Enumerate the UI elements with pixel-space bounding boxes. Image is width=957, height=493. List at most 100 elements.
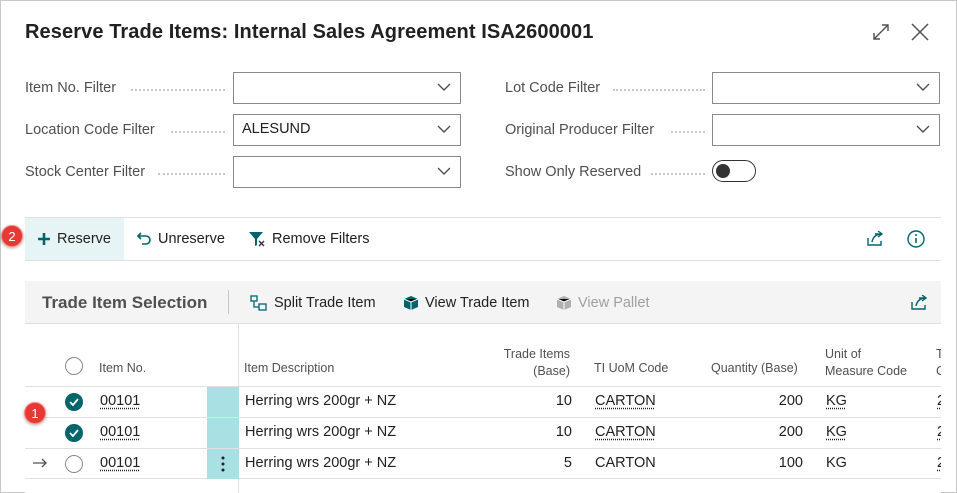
- row-selected-checkbox[interactable]: [65, 424, 83, 442]
- location-code-filter-value: ALESUND: [242, 121, 311, 137]
- ti-uom-cell[interactable]: CARTON: [595, 393, 656, 409]
- expand-icon[interactable]: [868, 19, 894, 45]
- pallet-icon: [556, 295, 572, 311]
- trade-item-grid: Item No. Item Description Trade Items (B…: [25, 324, 941, 493]
- share-button[interactable]: [858, 218, 898, 260]
- info-icon: [907, 230, 925, 248]
- chevron-down-icon: [436, 121, 452, 137]
- callout-badge-2: 2: [1, 225, 23, 247]
- item-no-cell[interactable]: 00101: [100, 424, 140, 440]
- show-only-reserved-label: Show Only Reserved: [505, 164, 641, 180]
- next-cell[interactable]: 2: [937, 424, 941, 440]
- part-title: Trade Item Selection: [42, 293, 207, 313]
- view-pallet-label: View Pallet: [578, 295, 649, 311]
- more-options-icon: [207, 449, 239, 479]
- ti-uom-cell[interactable]: CARTON: [595, 424, 656, 440]
- stock-center-filter-input[interactable]: [233, 156, 461, 188]
- col-trade-items-line1: Trade Items: [485, 346, 570, 363]
- stock-center-filter-label: Stock Center Filter: [25, 164, 145, 180]
- info-button[interactable]: [899, 218, 939, 260]
- share-icon: [866, 231, 884, 247]
- row-checkbox[interactable]: [65, 455, 83, 473]
- col-next-truncated[interactable]: T C: [936, 346, 941, 380]
- quantity-cell: 200: [725, 424, 803, 440]
- unreserve-button[interactable]: Unreserve: [124, 218, 237, 260]
- share-icon: [910, 295, 928, 311]
- col-trade-items-line2: (Base): [485, 363, 570, 380]
- remove-filters-button[interactable]: Remove Filters: [236, 218, 382, 260]
- view-trade-item-label: View Trade Item: [425, 295, 530, 311]
- table-row[interactable]: 00101 Herring wrs 200gr + NZ 10 CARTON 2…: [25, 417, 941, 448]
- col-quantity-base[interactable]: Quantity (Base): [711, 360, 798, 377]
- original-producer-filter-label: Original Producer Filter: [505, 122, 654, 138]
- item-no-cell[interactable]: 00101: [100, 393, 140, 409]
- col-item-description[interactable]: Item Description: [244, 360, 334, 377]
- label-dots: [671, 131, 705, 133]
- col-uom-line2: Measure Code: [825, 363, 907, 380]
- check-icon: [65, 393, 83, 411]
- item-no-cell[interactable]: 00101: [100, 455, 140, 471]
- lot-code-filter-input[interactable]: [712, 72, 940, 104]
- quantity-cell: 200: [725, 393, 803, 409]
- col-ti-uom-code[interactable]: TI UoM Code: [594, 360, 668, 377]
- view-trade-item-button[interactable]: View Trade Item: [403, 281, 530, 324]
- show-only-reserved-toggle[interactable]: [712, 160, 756, 182]
- col-uom-line1: Unit of: [825, 346, 907, 363]
- toggle-knob: [716, 164, 730, 178]
- item-no-filter-input[interactable]: [233, 72, 461, 104]
- close-icon[interactable]: [907, 19, 933, 45]
- uom-cell[interactable]: KG: [826, 455, 847, 471]
- description-cell: Herring wrs 200gr + NZ: [245, 393, 396, 409]
- row-menu-cell[interactable]: [207, 449, 239, 479]
- filter-remove-icon: [248, 231, 266, 247]
- uom-cell[interactable]: KG: [826, 393, 847, 409]
- trade-items-cell: 5: [505, 455, 572, 471]
- quantity-cell: 100: [725, 455, 803, 471]
- reserve-button[interactable]: Reserve: [25, 218, 124, 260]
- next-cell[interactable]: 2: [937, 455, 941, 471]
- col-next-line2: C: [936, 363, 941, 380]
- selection-cell: [207, 387, 239, 417]
- split-trade-item-button[interactable]: Split Trade Item: [250, 281, 376, 324]
- lot-code-filter-label: Lot Code Filter: [505, 80, 600, 96]
- col-trade-items[interactable]: Trade Items (Base): [485, 346, 570, 380]
- trade-items-cell: 10: [505, 424, 572, 440]
- chevron-down-icon: [436, 79, 452, 95]
- next-cell[interactable]: 2: [937, 393, 941, 409]
- dialog-title: Reserve Trade Items: Internal Sales Agre…: [25, 21, 593, 44]
- description-cell: Herring wrs 200gr + NZ: [245, 455, 396, 471]
- label-dots: [171, 131, 225, 133]
- check-icon: [65, 424, 83, 442]
- trade-items-cell: 10: [505, 393, 572, 409]
- row-selected-checkbox[interactable]: [65, 393, 83, 411]
- ti-uom-cell[interactable]: CARTON: [595, 455, 656, 471]
- split-icon: [250, 295, 268, 311]
- description-cell: Herring wrs 200gr + NZ: [245, 424, 396, 440]
- part-share-button[interactable]: [910, 281, 934, 324]
- part-header: Trade Item Selection Split Trade Item Vi…: [25, 281, 941, 324]
- uom-cell[interactable]: KG: [826, 424, 847, 440]
- select-all-checkbox[interactable]: [65, 357, 83, 375]
- table-row[interactable]: 00101 Herring wrs 200gr + NZ 5 CARTON 10…: [25, 448, 941, 479]
- label-dots: [131, 89, 225, 91]
- chevron-down-icon: [915, 79, 931, 95]
- col-unit-of-measure[interactable]: Unit of Measure Code: [825, 346, 907, 380]
- trade-item-selection-part: Trade Item Selection Split Trade Item Vi…: [25, 281, 941, 493]
- col-next-line1: T: [936, 346, 941, 363]
- action-bar: Reserve Unreserve Remove Filters: [25, 217, 941, 261]
- selection-cell: [207, 418, 239, 448]
- col-item-no[interactable]: Item No.: [99, 360, 146, 377]
- view-pallet-button[interactable]: View Pallet: [556, 281, 649, 324]
- box-icon: [403, 295, 419, 311]
- item-no-filter-label: Item No. Filter: [25, 80, 116, 96]
- current-row-arrow-icon: [32, 455, 48, 476]
- chevron-down-icon: [436, 163, 452, 179]
- chevron-down-icon: [915, 121, 931, 137]
- location-code-filter-input[interactable]: ALESUND: [233, 114, 461, 146]
- remove-filters-label: Remove Filters: [272, 231, 370, 247]
- original-producer-filter-input[interactable]: [712, 114, 940, 146]
- undo-icon: [136, 231, 152, 247]
- reserve-trade-items-dialog: Reserve Trade Items: Internal Sales Agre…: [0, 0, 957, 493]
- table-row[interactable]: 00101 Herring wrs 200gr + NZ 10 CARTON 2…: [25, 386, 941, 417]
- location-code-filter-label: Location Code Filter: [25, 122, 155, 138]
